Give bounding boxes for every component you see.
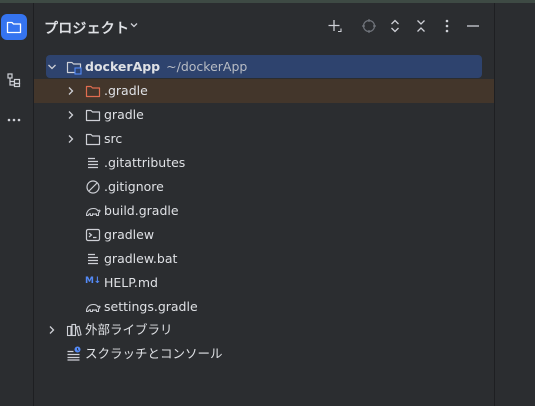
text-file-icon xyxy=(88,253,98,265)
tree-item-gitattributes[interactable]: .gitattributes xyxy=(34,151,494,175)
target-icon xyxy=(362,19,376,33)
right-editor-edge xyxy=(494,3,535,406)
chevron-right-icon[interactable] xyxy=(66,110,76,120)
markdown-icon: M↓ xyxy=(85,276,101,286)
tree-item-gradle-folder[interactable]: gradle xyxy=(34,103,494,127)
project-path: ~/dockerApp xyxy=(166,59,248,74)
options-button[interactable] xyxy=(439,18,455,34)
chevron-right-icon[interactable] xyxy=(66,134,76,144)
tree-item-label: HELP.md xyxy=(104,275,158,290)
gradle-elephant-icon xyxy=(85,303,101,313)
new-file-button[interactable] xyxy=(327,18,343,34)
expand-all-button[interactable] xyxy=(387,18,403,34)
tree-item-label: .gradle xyxy=(104,83,148,98)
tree-item-build-gradle[interactable]: build.gradle xyxy=(34,199,494,223)
root-label: dockerApp ~/dockerApp xyxy=(85,59,247,75)
project-tool-button[interactable] xyxy=(1,14,27,40)
tree-item-label: src xyxy=(104,131,123,146)
more-tools-button[interactable] xyxy=(1,107,27,133)
chevron-right-icon[interactable] xyxy=(47,325,57,335)
plus-icon xyxy=(328,20,342,33)
folder-icon xyxy=(6,21,22,34)
expand-icon xyxy=(391,19,399,33)
tree-item-label: settings.gradle xyxy=(104,299,198,314)
structure-tool-button[interactable] xyxy=(1,67,27,93)
tree-item-label: gradlew.bat xyxy=(104,251,178,266)
panel-header: プロジェクト xyxy=(34,3,494,47)
more-vertical-icon xyxy=(445,19,449,33)
tree-item-label: 外部ライブラリ xyxy=(85,322,173,337)
collapse-all-button[interactable] xyxy=(413,18,429,34)
tree-item-label: .gitattributes xyxy=(104,155,186,170)
chevron-down-icon[interactable] xyxy=(47,62,57,72)
excluded-folder-icon xyxy=(85,85,101,98)
structure-icon xyxy=(7,73,21,88)
tree-item-gradlew-bat[interactable]: gradlew.bat xyxy=(34,247,494,271)
module-folder-icon xyxy=(66,61,82,75)
folder-icon xyxy=(85,109,101,122)
focus-highlight xyxy=(34,79,494,103)
tree-item-scratches[interactable]: スクラッチとコンソール xyxy=(34,342,494,366)
hide-panel-button[interactable] xyxy=(465,18,481,34)
scratches-icon xyxy=(67,346,81,361)
folder-icon xyxy=(85,133,101,146)
tree-item-external-libraries[interactable]: 外部ライブラリ xyxy=(34,318,494,342)
ignore-file-icon xyxy=(86,180,100,194)
chevron-down-icon[interactable] xyxy=(128,19,140,31)
text-file-icon xyxy=(88,157,98,169)
tree-item-label: gradlew xyxy=(104,227,155,242)
tree-item-label: スクラッチとコンソール xyxy=(85,346,223,361)
gradle-elephant-icon xyxy=(85,207,101,217)
tree-item-label: gradle xyxy=(104,107,144,122)
tree-item-label: build.gradle xyxy=(104,203,179,218)
tree-root-row[interactable]: dockerApp ~/dockerApp xyxy=(34,55,494,79)
panel-title[interactable]: プロジェクト xyxy=(44,18,129,38)
activity-bar xyxy=(0,3,34,406)
library-icon xyxy=(66,323,82,337)
tree-item-gradlew[interactable]: gradlew xyxy=(34,223,494,247)
locate-file-button[interactable] xyxy=(361,18,377,34)
tree-item-label: .gitignore xyxy=(104,179,164,194)
tree-item-gitignore[interactable]: .gitignore xyxy=(34,175,494,199)
chevron-right-icon[interactable] xyxy=(66,86,76,96)
more-horizontal-icon xyxy=(7,118,21,122)
collapse-icon xyxy=(417,20,425,32)
tree-item-help-md[interactable]: M↓ HELP.md xyxy=(34,271,494,295)
tree-item-settings-gradle[interactable]: settings.gradle xyxy=(34,295,494,319)
shell-script-icon xyxy=(85,228,101,242)
project-name: dockerApp xyxy=(85,59,161,74)
tree-item-dot-gradle[interactable]: .gradle xyxy=(34,79,494,103)
project-panel: プロジェクト dockerApp ~/dockerApp .gradle gra… xyxy=(34,3,494,406)
tree-item-src[interactable]: src xyxy=(34,127,494,151)
minimize-icon xyxy=(467,25,479,27)
